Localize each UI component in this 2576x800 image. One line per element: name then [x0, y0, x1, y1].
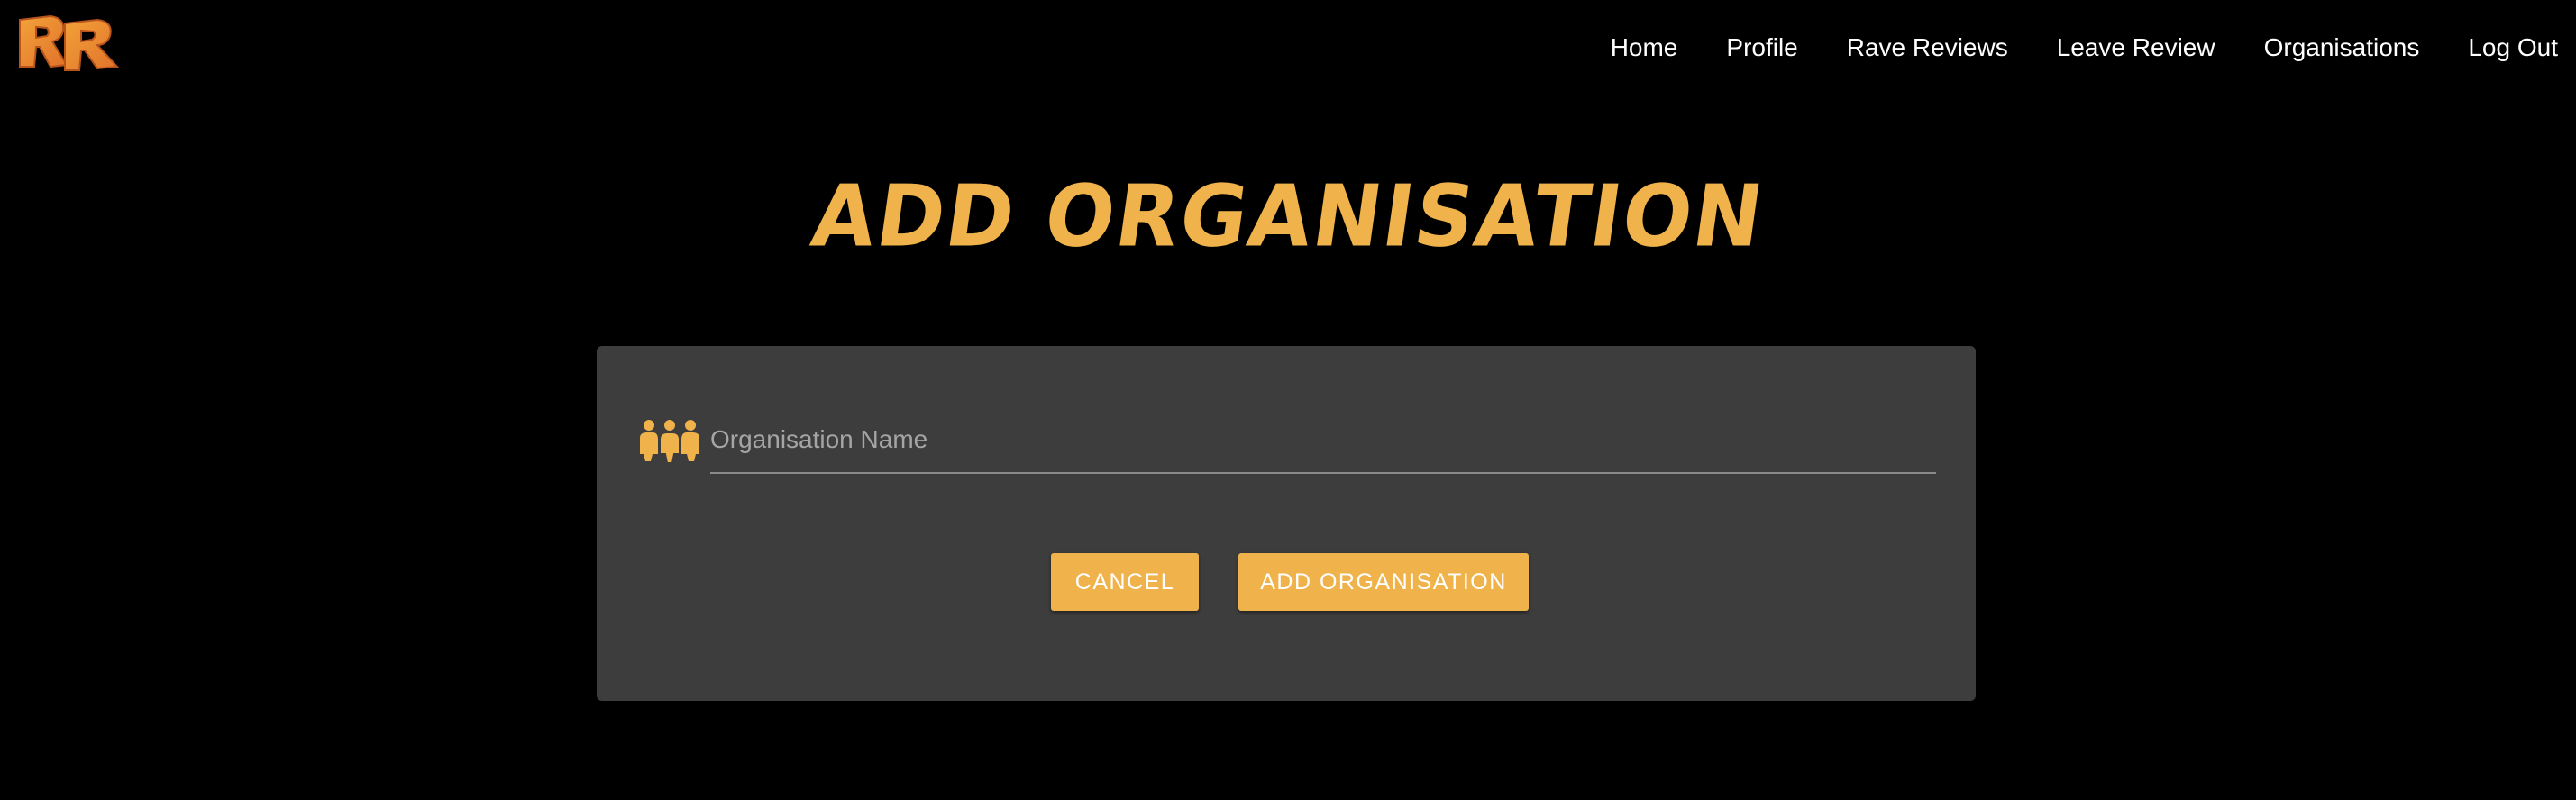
nav-home[interactable]: Home	[1586, 33, 1703, 62]
nav-rave-reviews[interactable]: Rave Reviews	[1822, 33, 2032, 62]
top-nav: Home Profile Rave Reviews Leave Review O…	[1586, 0, 2576, 95]
add-organisation-form: CANCEL ADD ORGANISATION	[597, 346, 1976, 701]
nav-log-out[interactable]: Log Out	[2444, 33, 2576, 62]
add-organisation-button[interactable]: ADD ORGANISATION	[1238, 553, 1529, 611]
rr-logo[interactable]	[14, 11, 124, 76]
organisation-name-field	[638, 404, 1936, 474]
organisation-name-input-wrap	[710, 404, 1936, 474]
page: Home Profile Rave Reviews Leave Review O…	[0, 0, 2576, 800]
nav-organisations[interactable]: Organisations	[2240, 33, 2444, 62]
cancel-button[interactable]: CANCEL	[1051, 553, 1199, 611]
nav-profile[interactable]: Profile	[1702, 33, 1822, 62]
organisation-name-input[interactable]	[710, 420, 1936, 459]
people-group-icon	[640, 420, 699, 463]
nav-leave-review[interactable]: Leave Review	[2032, 33, 2240, 62]
page-title: ADD ORGANISATION	[805, 167, 1771, 267]
